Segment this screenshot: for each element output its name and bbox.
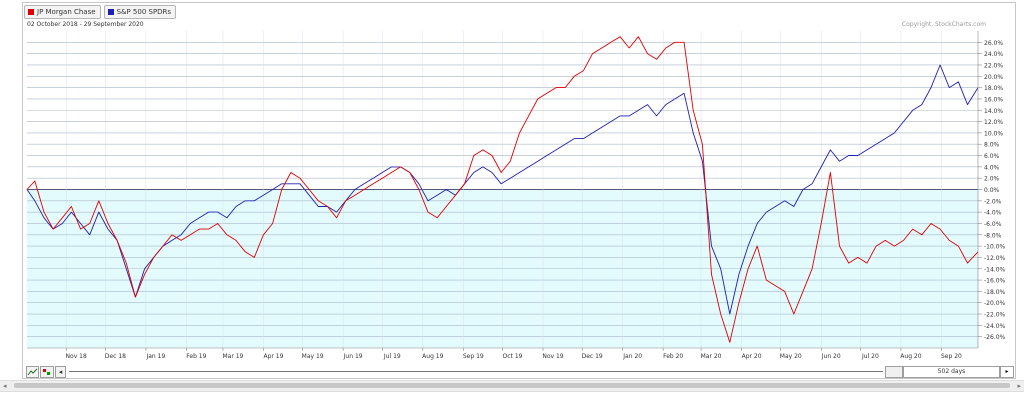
y-tick-label: 24.0% xyxy=(984,51,1003,58)
x-tick-label: Jul 20 xyxy=(861,353,879,360)
x-tick-label: Sep 20 xyxy=(941,353,962,360)
x-tick-label: Apr 19 xyxy=(263,353,283,360)
x-tick-label: Dec 18 xyxy=(105,353,126,360)
y-tick-label: 8.0% xyxy=(984,142,1000,149)
y-tick-label: 10.0% xyxy=(984,130,1003,137)
page-horizontal-scrollbar[interactable]: ◂ ▸ xyxy=(0,380,1024,392)
time-scroll-thumb[interactable] xyxy=(885,366,903,378)
y-tick-label: -20.0% xyxy=(984,300,1006,307)
y-tick-label: -12.0% xyxy=(984,255,1006,262)
x-tick-label: Mar 20 xyxy=(701,353,722,360)
y-tick-label: -14.0% xyxy=(984,266,1006,273)
x-axis: Nov 18 Dec 18 Jan 19 Feb 19 Mar 19 Apr 19 May … xyxy=(27,347,978,360)
line-chart-icon xyxy=(27,368,38,376)
color-squares-icon xyxy=(43,369,50,375)
compare-icon[interactable] xyxy=(40,366,54,378)
y-tick-label: 14.0% xyxy=(984,108,1003,115)
y-tick-label: -22.0% xyxy=(984,312,1006,319)
chart-panel: 26.0% 24.0% 22.0% 20.0% 18.0% 16.0% 14.0% 12.0%… xyxy=(22,2,1016,379)
x-tick-label: Mar 19 xyxy=(223,353,244,360)
scroll-right-arrow-icon[interactable]: ▸ xyxy=(1017,381,1021,391)
y-tick-label: 6.0% xyxy=(984,153,1000,160)
x-tick-label: Jun 19 xyxy=(343,353,363,360)
date-range-label: 02 October 2018 - 29 September 2020 xyxy=(27,21,144,28)
scroll-left-button[interactable]: ◂ xyxy=(55,366,66,378)
y-tick-label: -26.0% xyxy=(984,334,1006,341)
chart-plot: 26.0% 24.0% 22.0% 20.0% 18.0% 16.0% 14.0% 12.0%… xyxy=(26,31,1006,360)
y-tick-label: 20.0% xyxy=(984,74,1003,81)
x-tick-label: Oct 19 xyxy=(503,353,523,360)
y-axis: 26.0% 24.0% 22.0% 20.0% 18.0% 16.0% 14.0% 12.0%… xyxy=(977,31,1006,348)
x-tick-label: Jan 20 xyxy=(622,353,642,360)
y-tick-label: -18.0% xyxy=(984,289,1006,296)
chart-legend: JP Morgan Chase S&P 500 SPDRs xyxy=(24,5,177,19)
x-tick-label: Aug 19 xyxy=(422,353,443,360)
copyright-label: Copyright, StockCharts.com xyxy=(901,21,986,28)
y-tick-label: 2.0% xyxy=(984,176,1000,183)
y-tick-label: 16.0% xyxy=(984,96,1003,103)
legend-item-jpm[interactable]: JP Morgan Chase xyxy=(24,5,101,19)
y-tick-label: 22.0% xyxy=(984,62,1003,69)
x-tick-label: Jan 19 xyxy=(145,353,165,360)
x-tick-label: Jun 20 xyxy=(821,353,841,360)
y-tick-label: -8.0% xyxy=(984,232,1002,239)
time-scroll-track[interactable] xyxy=(69,371,883,372)
x-tick-label: Jul 19 xyxy=(383,353,401,360)
x-tick-label: Apr 20 xyxy=(742,353,762,360)
legend-label-jpm: JP Morgan Chase xyxy=(37,8,96,16)
y-tick-label: -6.0% xyxy=(984,221,1002,228)
scroll-left-arrow-icon[interactable]: ◂ xyxy=(3,381,7,391)
page-scroll-thumb[interactable] xyxy=(14,383,1010,388)
y-tick-label: -2.0% xyxy=(984,198,1002,205)
chart-type-icon[interactable] xyxy=(26,366,39,378)
y-tick-label: -16.0% xyxy=(984,278,1006,285)
range-days-field[interactable]: 502 days xyxy=(903,366,1000,378)
y-tick-label: 18.0% xyxy=(984,85,1003,92)
x-tick-label: Nov 19 xyxy=(542,353,563,360)
x-tick-label: Dec 19 xyxy=(582,353,603,360)
y-tick-label: -4.0% xyxy=(984,210,1002,217)
x-tick-label: Sep 19 xyxy=(463,353,484,360)
y-tick-label: -10.0% xyxy=(984,244,1006,251)
y-tick-label: -24.0% xyxy=(984,323,1006,330)
legend-item-spy[interactable]: S&P 500 SPDRs xyxy=(103,5,177,19)
y-tick-label: 12.0% xyxy=(984,119,1003,126)
x-tick-label: May 19 xyxy=(302,353,324,360)
range-play-button[interactable]: ▸ xyxy=(1000,366,1014,378)
x-tick-label: Feb 19 xyxy=(186,353,206,360)
chart-toolbar: ◂ 502 days ▸ xyxy=(23,365,1015,378)
legend-swatch-spy xyxy=(107,9,114,15)
x-tick-label: May 20 xyxy=(780,353,802,360)
x-tick-label: Aug 20 xyxy=(900,353,921,360)
y-tick-label: 4.0% xyxy=(984,164,1000,171)
x-tick-label: Feb 20 xyxy=(663,353,683,360)
legend-swatch-jpm xyxy=(28,9,34,15)
y-tick-label: 0.0% xyxy=(984,187,1000,194)
y-tick-label: 26.0% xyxy=(984,40,1003,47)
x-tick-label: Nov 18 xyxy=(66,353,87,360)
legend-label-spy: S&P 500 SPDRs xyxy=(116,8,172,16)
